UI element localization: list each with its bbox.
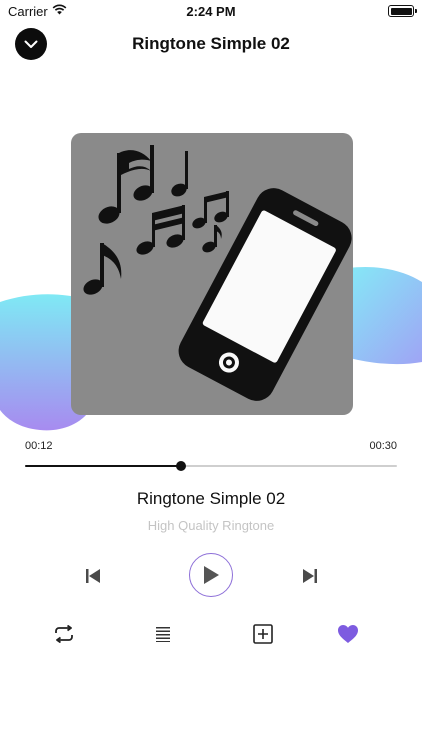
status-time: 2:24 PM	[186, 4, 236, 19]
add-button[interactable]	[250, 621, 276, 647]
navigation-bar: Ringtone Simple 02	[0, 26, 422, 62]
progress-slider[interactable]	[25, 461, 397, 471]
music-notes-phone-illustration	[83, 145, 352, 401]
track-title: Ringtone Simple 02	[136, 489, 286, 508]
current-time: 00:12	[25, 440, 53, 452]
track-subtitle: High Quality Ringtone	[147, 518, 275, 533]
playlist-button[interactable]	[150, 621, 176, 647]
album-artwork	[71, 133, 353, 415]
add-square-icon	[253, 624, 273, 644]
play-icon	[204, 566, 219, 584]
heart-icon	[338, 625, 358, 643]
progress-fill	[25, 465, 182, 467]
skip-next-icon	[303, 569, 317, 583]
list-icon	[156, 627, 170, 642]
progress-thumb[interactable]	[176, 461, 187, 471]
page-title: Ringtone Simple 02	[132, 34, 290, 53]
skip-previous-icon	[86, 569, 100, 583]
next-button[interactable]	[297, 563, 323, 589]
status-bar: Carrier 2:24 PM	[0, 0, 422, 22]
previous-button[interactable]	[80, 563, 106, 589]
total-time: 00:30	[369, 440, 397, 452]
repeat-button[interactable]	[50, 621, 78, 647]
battery-icon	[388, 5, 417, 17]
favorite-button[interactable]	[334, 621, 362, 647]
play-button[interactable]	[189, 553, 233, 597]
repeat-icon	[55, 625, 73, 643]
